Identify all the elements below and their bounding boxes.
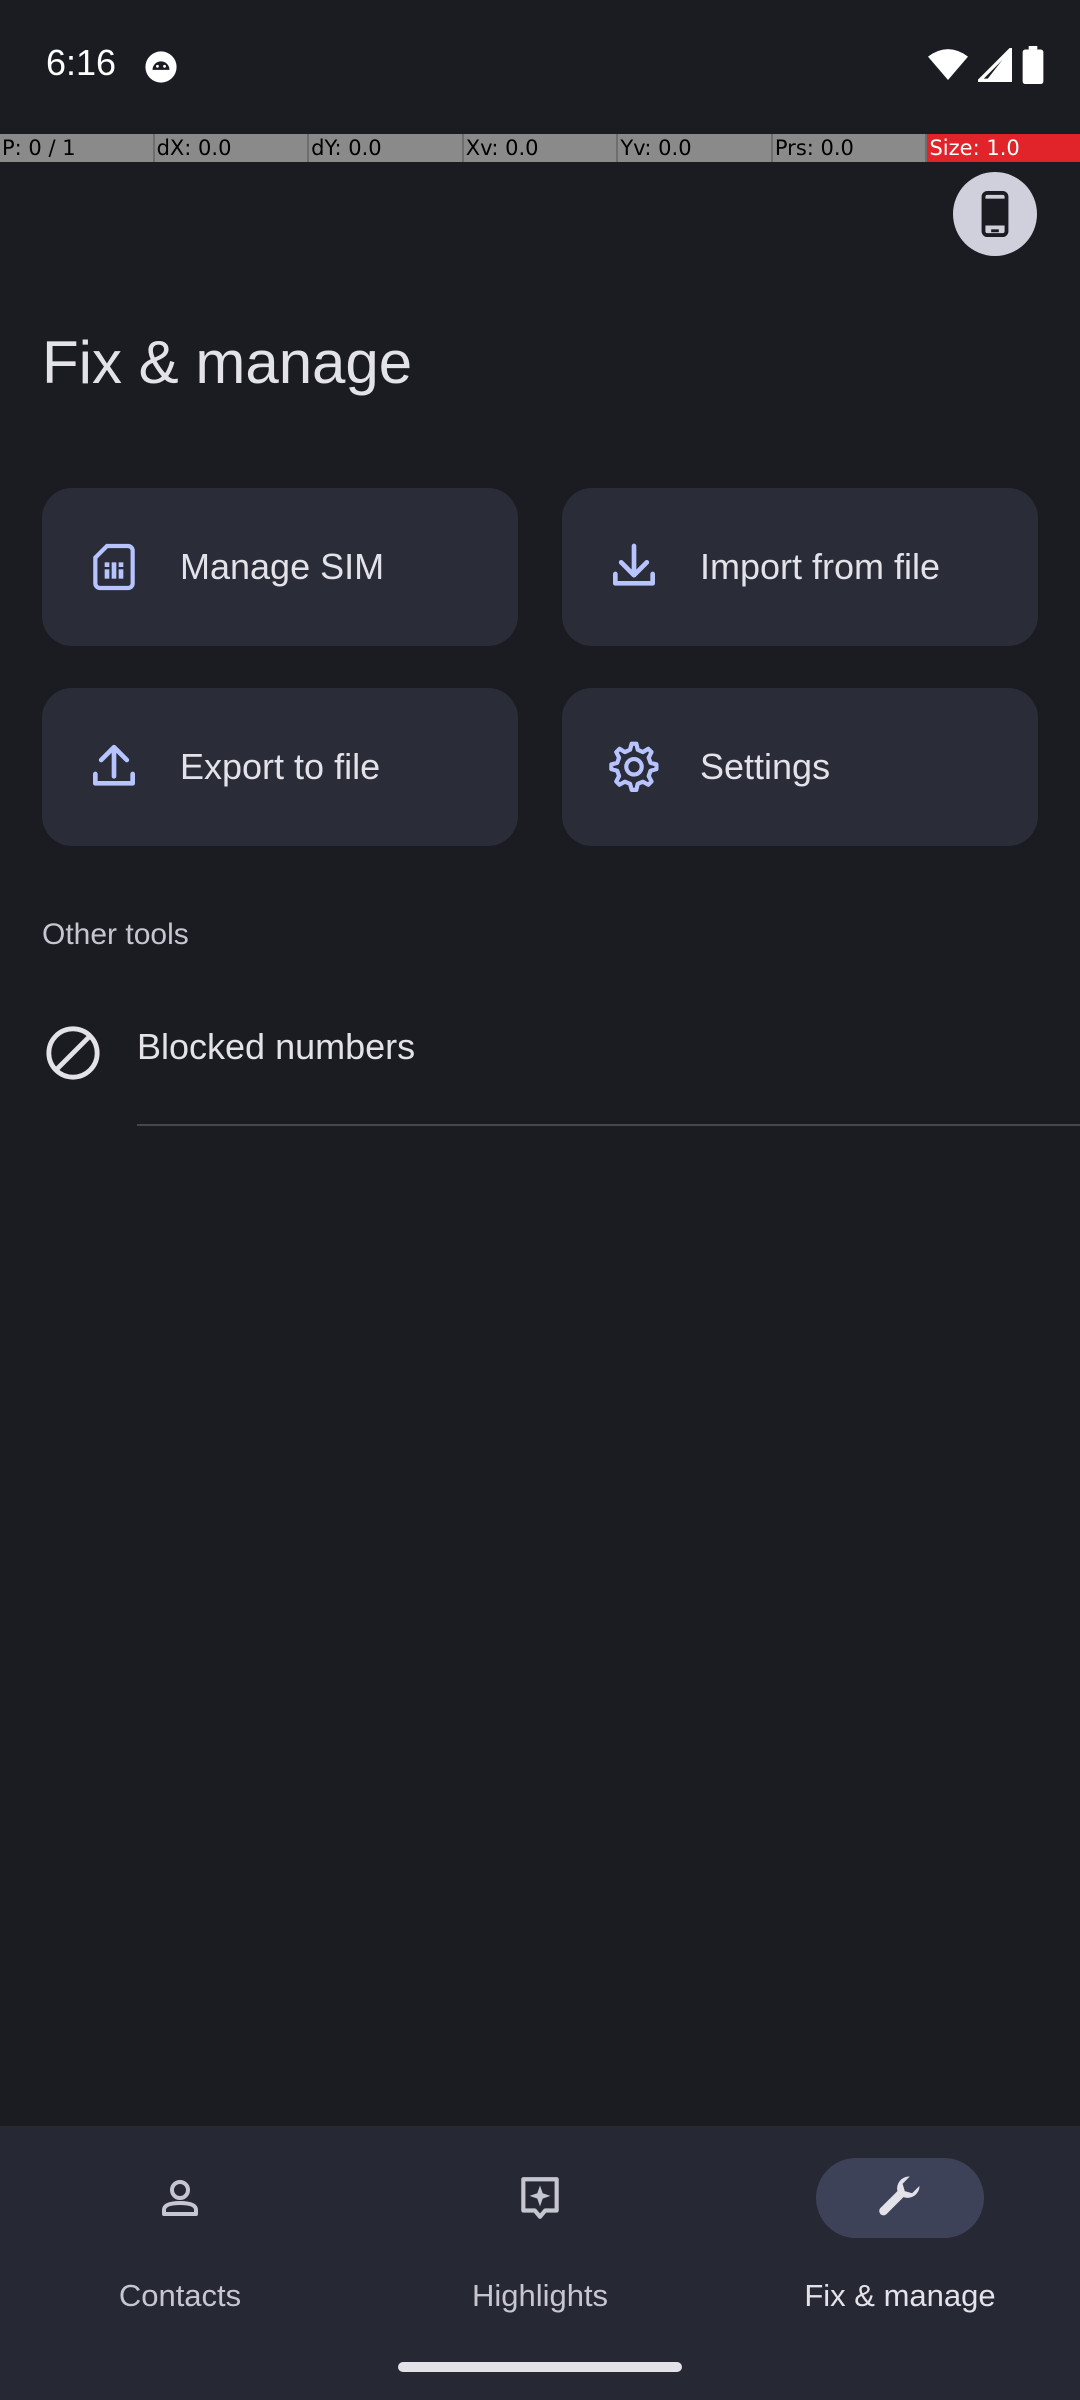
debug-pressure: Prs: 0.0 bbox=[770, 134, 926, 162]
nav-fix-manage-pill bbox=[816, 2158, 984, 2238]
import-from-file-label: Import from file bbox=[700, 546, 941, 587]
page-title: Fix & manage bbox=[42, 329, 413, 396]
bottom-navigation: Contacts Highlights Fix & manage bbox=[0, 2126, 1080, 2400]
pointer-location-overlay: P: 0 / 1 dX: 0.0 dY: 0.0 Xv: 0.0 Yv: 0.0… bbox=[0, 134, 1080, 162]
export-to-file-tile[interactable]: Export to file bbox=[42, 688, 518, 846]
signal-icon bbox=[978, 48, 1012, 82]
nav-fix-manage[interactable]: Fix & manage bbox=[720, 2126, 1080, 2326]
nav-highlights-label: Highlights bbox=[471, 2278, 609, 2313]
nav-contacts[interactable]: Contacts bbox=[0, 2126, 360, 2326]
nav-contacts-pill bbox=[96, 2158, 264, 2238]
screen: 6:16 P: 0 / 1 dX: 0.0 dY: 0.0 Xv: 0.0 Yv… bbox=[0, 0, 1080, 2400]
nav-contacts-label: Contacts bbox=[118, 2278, 242, 2313]
block-icon bbox=[46, 1026, 100, 1080]
person-icon bbox=[162, 2180, 198, 2216]
device-account-button[interactable] bbox=[953, 172, 1037, 256]
wifi-icon bbox=[928, 49, 968, 80]
android-notification-icon bbox=[145, 51, 177, 83]
gear-icon bbox=[609, 741, 659, 792]
nav-highlights-pill bbox=[456, 2158, 624, 2238]
debug-pointer: P: 0 / 1 bbox=[0, 134, 153, 162]
list-divider bbox=[137, 1124, 1080, 1126]
debug-dx: dX: 0.0 bbox=[152, 134, 308, 162]
sparkle-icon bbox=[521, 2177, 559, 2219]
status-bar: 6:16 bbox=[0, 0, 1080, 132]
settings-tile[interactable]: Settings bbox=[562, 688, 1038, 846]
other-tools-heading: Other tools bbox=[42, 918, 189, 951]
export-to-file-label: Export to file bbox=[180, 746, 381, 787]
import-from-file-tile[interactable]: Import from file bbox=[562, 488, 1038, 646]
phone-device-icon bbox=[981, 191, 1009, 237]
manage-sim-tile[interactable]: Manage SIM bbox=[42, 488, 518, 646]
nav-fix-manage-label: Fix & manage bbox=[804, 2278, 996, 2313]
wrench-icon bbox=[879, 2176, 920, 2216]
nav-highlights[interactable]: Highlights bbox=[360, 2126, 720, 2326]
manage-sim-label: Manage SIM bbox=[180, 546, 385, 587]
debug-xv: Xv: 0.0 bbox=[461, 134, 617, 162]
gesture-navigation-bar[interactable] bbox=[398, 2362, 682, 2372]
debug-size: Size: 1.0 bbox=[925, 134, 1080, 162]
debug-yv: Yv: 0.0 bbox=[616, 134, 771, 162]
status-icons bbox=[928, 46, 1044, 84]
upload-icon bbox=[93, 744, 136, 786]
settings-label: Settings bbox=[700, 746, 831, 787]
blocked-numbers-row[interactable]: Blocked numbers bbox=[0, 1000, 1080, 1104]
battery-icon bbox=[1022, 46, 1044, 84]
blocked-numbers-label: Blocked numbers bbox=[137, 1026, 416, 1067]
sim-card-icon bbox=[93, 543, 135, 591]
download-icon bbox=[613, 543, 655, 586]
status-time: 6:16 bbox=[46, 42, 117, 83]
debug-dy: dY: 0.0 bbox=[307, 134, 462, 162]
